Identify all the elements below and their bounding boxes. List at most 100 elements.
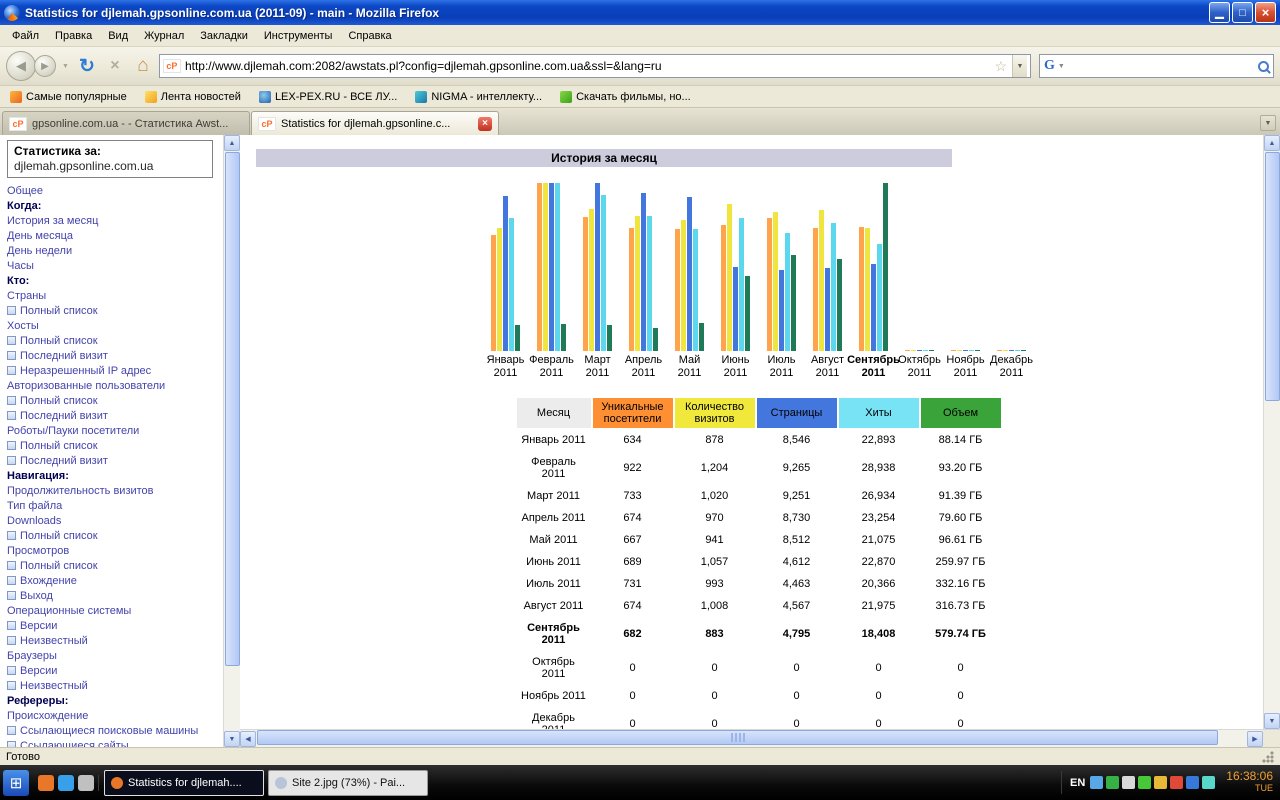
- usb-device-icon[interactable]: [1202, 776, 1216, 789]
- antivirus-icon[interactable]: [1106, 776, 1120, 789]
- firewall-icon[interactable]: [1170, 776, 1184, 789]
- sidebar-link[interactable]: Часы: [7, 259, 221, 274]
- bookmark-item-4[interactable]: Скачать фильмы, но...: [560, 90, 691, 103]
- sidebar-sublink[interactable]: Версии: [7, 619, 221, 634]
- resize-grip[interactable]: [1261, 750, 1274, 763]
- sidebar-link[interactable]: День недели: [7, 244, 221, 259]
- launch-firefox-icon[interactable]: [38, 774, 54, 791]
- sidebar-link[interactable]: День месяца: [7, 229, 221, 244]
- sidebar-link[interactable]: Хосты: [7, 319, 221, 334]
- sidebar-scrollbar-thumb[interactable]: [224, 152, 240, 667]
- history-dropdown-icon[interactable]: ▼: [60, 63, 71, 70]
- menu-item-6[interactable]: Справка: [340, 27, 399, 45]
- tab-close-icon[interactable]: ×: [478, 116, 492, 131]
- start-button[interactable]: ⊞: [3, 769, 29, 796]
- maximize-button[interactable]: □: [1232, 2, 1253, 23]
- chart-bar: [975, 350, 980, 351]
- sidebar-scrollbar[interactable]: ▲ ▼: [223, 135, 240, 747]
- forward-button[interactable]: ▶: [34, 55, 56, 77]
- sidebar-link[interactable]: Страны: [7, 289, 221, 304]
- sidebar-link[interactable]: Роботы/Пауки посетители: [7, 424, 221, 439]
- url-bar[interactable]: cP ☆ ▼: [158, 54, 1031, 78]
- search-magnifier-icon[interactable]: [1258, 60, 1269, 72]
- google-icon[interactable]: G: [1044, 58, 1055, 74]
- bookmark-item-3[interactable]: NIGMA - интеллекту...: [415, 90, 542, 103]
- url-input[interactable]: [184, 56, 990, 76]
- show-desktop-icon[interactable]: [78, 774, 94, 791]
- menu-item-0[interactable]: Файл: [4, 27, 47, 45]
- sidebar-sublink[interactable]: Полный список: [7, 334, 221, 349]
- sidebar-sublink[interactable]: Полный список: [7, 304, 221, 319]
- minimize-button[interactable]: ▁: [1209, 2, 1230, 23]
- sidebar-link[interactable]: Downloads: [7, 514, 221, 529]
- menu-item-2[interactable]: Вид: [100, 27, 136, 45]
- sidebar-link[interactable]: Просмотров: [7, 544, 221, 559]
- sidebar-link[interactable]: Продолжительность визитов: [7, 484, 221, 499]
- launch-ie-icon[interactable]: [58, 774, 74, 791]
- menu-item-4[interactable]: Закладки: [192, 27, 256, 45]
- stop-button[interactable]: ×: [103, 54, 127, 78]
- bookmark-item-0[interactable]: Самые популярные: [10, 90, 127, 103]
- url-dropdown-button[interactable]: ▼: [1012, 55, 1027, 77]
- scroll-right-icon[interactable]: ▶: [1247, 730, 1263, 747]
- refresh-button[interactable]: ↻: [75, 54, 99, 78]
- sidebar-link[interactable]: Происхождение: [7, 709, 221, 724]
- search-input[interactable]: [1067, 58, 1255, 74]
- sidebar-sublink[interactable]: Выход: [7, 589, 221, 604]
- tab-0[interactable]: cP gpsonline.com.ua - - Статистика Awst..…: [2, 111, 250, 135]
- scroll-left-icon[interactable]: ◀: [240, 730, 256, 747]
- sidebar-link[interactable]: Общее: [7, 184, 221, 199]
- close-button[interactable]: ×: [1255, 2, 1276, 23]
- sidebar-link[interactable]: История за месяц: [7, 214, 221, 229]
- sidebar-sublink[interactable]: Полный список: [7, 439, 221, 454]
- sidebar-sublink[interactable]: Последний визит: [7, 349, 221, 364]
- home-button[interactable]: ⌂: [131, 54, 155, 78]
- clock[interactable]: 16:38:06 TUE: [1226, 770, 1273, 794]
- sidebar-sublink[interactable]: Последний визит: [7, 454, 221, 469]
- sidebar-link[interactable]: Браузеры: [7, 649, 221, 664]
- sidebar-sublink[interactable]: Полный список: [7, 529, 221, 544]
- horizontal-scrollbar-thumb[interactable]: [257, 730, 1219, 745]
- main-scrollbar-thumb[interactable]: [1264, 152, 1280, 402]
- sidebar-sublink[interactable]: Неизвестный: [7, 634, 221, 649]
- volume-icon[interactable]: [1122, 776, 1136, 789]
- scroll-up-icon[interactable]: ▲: [224, 135, 240, 151]
- task-button-1[interactable]: Site 2.jpg (73%) - Pai...: [268, 769, 428, 796]
- search-engine-dropdown-icon[interactable]: ▼: [1058, 63, 1065, 70]
- value-cell: 674: [623, 600, 642, 612]
- network-icon[interactable]: [1090, 776, 1104, 789]
- bookmark-item-1[interactable]: Лента новостей: [144, 90, 241, 103]
- language-indicator[interactable]: EN: [1070, 777, 1085, 789]
- menu-item-1[interactable]: Правка: [47, 27, 100, 45]
- sidebar-sublink[interactable]: Полный список: [7, 394, 221, 409]
- task-button-0[interactable]: Statistics for djlemah....: [104, 769, 264, 796]
- tab-list-dropdown[interactable]: ▼: [1260, 115, 1276, 131]
- tab-1[interactable]: cP Statistics for djlemah.gpsonline.c... ×: [251, 111, 499, 135]
- sidebar-sublink[interactable]: Вхождение: [7, 574, 221, 589]
- sidebar-link[interactable]: Операционные системы: [7, 604, 221, 619]
- main-horizontal-scrollbar[interactable]: ◀ ▶: [240, 729, 1263, 747]
- bookmark-star-icon[interactable]: ☆: [993, 58, 1008, 75]
- back-button[interactable]: ◀: [6, 51, 36, 81]
- update-shield-icon[interactable]: [1138, 776, 1152, 789]
- scroll-up-icon[interactable]: ▲: [1264, 135, 1280, 151]
- main-vertical-scrollbar[interactable]: ▲ ▼: [1263, 135, 1280, 729]
- menu-item-3[interactable]: Журнал: [136, 27, 192, 45]
- chart-bar: [917, 350, 922, 351]
- display-icon[interactable]: [1186, 776, 1200, 789]
- sidebar-sublink[interactable]: Версии: [7, 664, 221, 679]
- menu-item-5[interactable]: Инструменты: [256, 27, 341, 45]
- sidebar-sublink[interactable]: Полный список: [7, 559, 221, 574]
- sidebar-sublink[interactable]: Неразрешенный IP адрес: [7, 364, 221, 379]
- scroll-down-icon[interactable]: ▼: [1264, 713, 1280, 729]
- bookmark-item-2[interactable]: LEX-PEX.RU - ВСЕ ЛУ...: [258, 90, 397, 103]
- sidebar-sublink[interactable]: Последний визит: [7, 409, 221, 424]
- sidebar-link[interactable]: Тип файла: [7, 499, 221, 514]
- messenger-icon[interactable]: [1154, 776, 1168, 789]
- sidebar-sublink[interactable]: Ссылающиеся поисковые машины: [7, 724, 221, 739]
- scroll-down-icon[interactable]: ▼: [224, 731, 240, 747]
- value-cell: 634: [623, 434, 642, 446]
- sidebar-sublink[interactable]: Ссылающиеся сайты: [7, 739, 221, 747]
- sidebar-link[interactable]: Авторизованные пользователи: [7, 379, 221, 394]
- sidebar-sublink[interactable]: Неизвестный: [7, 679, 221, 694]
